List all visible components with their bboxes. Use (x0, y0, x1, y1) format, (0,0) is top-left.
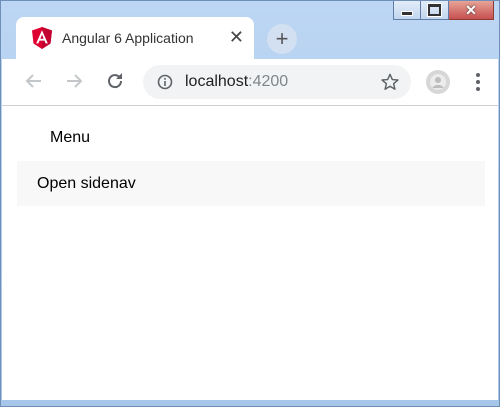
url-port: :4200 (248, 73, 289, 90)
menu-dot (476, 80, 480, 84)
url-text[interactable]: localhost:4200 (185, 73, 288, 91)
sidenav-bar: Open sidenav (17, 161, 485, 206)
open-sidenav-link[interactable]: Open sidenav (37, 175, 136, 193)
info-icon[interactable] (157, 74, 173, 90)
page-viewport: Menu Open sidenav (2, 106, 498, 400)
angular-icon (32, 27, 52, 49)
menu-dot (476, 73, 480, 77)
forward-button[interactable] (62, 69, 86, 93)
profile-icon[interactable] (426, 70, 450, 94)
avatar (430, 74, 446, 90)
url-host: localhost (185, 73, 249, 90)
tab-title: Angular 6 Application (62, 30, 194, 46)
close-icon: ✕ (465, 2, 477, 18)
new-tab-button[interactable]: + (267, 24, 297, 54)
menu-dot (476, 87, 480, 91)
arrow-left-icon (25, 74, 41, 88)
maximize-button[interactable] (421, 1, 449, 20)
minimize-icon (401, 10, 413, 16)
menu-label: Menu (50, 129, 91, 146)
arrow-right-icon (67, 74, 83, 88)
star-icon[interactable] (381, 73, 399, 91)
address-bar[interactable]: localhost:4200 (143, 65, 411, 99)
minimize-button[interactable] (393, 1, 421, 20)
kebab-menu-icon[interactable] (468, 71, 488, 93)
back-button[interactable] (22, 69, 46, 93)
reload-button[interactable] (103, 69, 127, 93)
browser-toolbar: localhost:4200 (2, 59, 498, 106)
plus-icon: + (275, 26, 289, 51)
browser-window: ✕ Angular 6 Application ✕ + localhost:42… (0, 0, 500, 407)
reload-icon (108, 73, 123, 89)
window-close-button[interactable]: ✕ (449, 1, 494, 20)
maximize-icon (427, 3, 442, 17)
tab-close-button[interactable]: ✕ (229, 28, 244, 46)
browser-tab[interactable]: Angular 6 Application ✕ (16, 17, 254, 59)
window-controls: ✕ (393, 1, 494, 20)
